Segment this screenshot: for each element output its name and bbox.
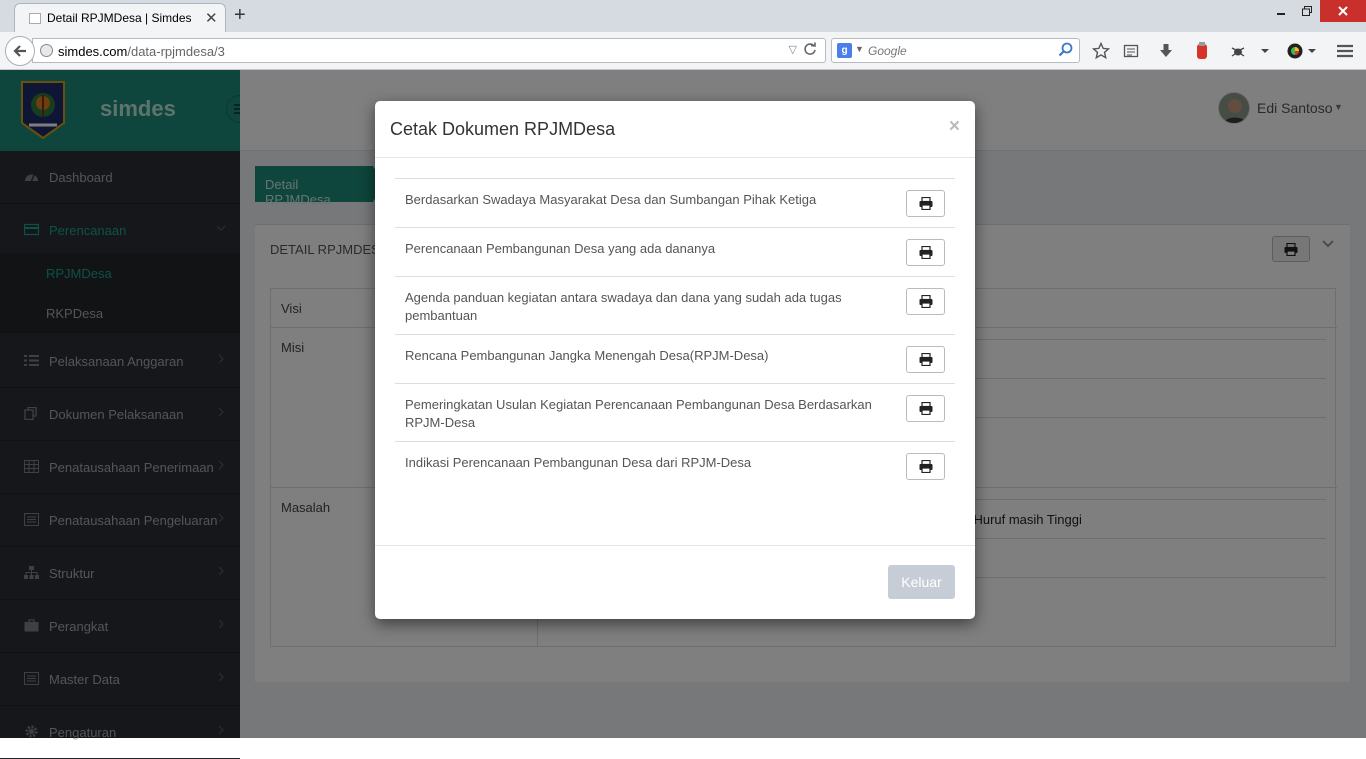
print-icon (919, 460, 932, 473)
list-item: Berdasarkan Swadaya Masyarakat Desa dan … (395, 178, 955, 227)
list-item: Agenda panduan kegiatan antara swadaya d… (395, 276, 955, 334)
url-dropdown-icon[interactable]: ▽ (789, 43, 797, 56)
print-icon (919, 295, 932, 308)
document-label: Pemeringkatan Usulan Kegiatan Perencanaa… (405, 397, 872, 430)
browser-tab-title: Detail RPJMDesa | Simdes (47, 11, 192, 25)
print-document-button[interactable] (906, 346, 945, 373)
print-icon (919, 402, 932, 415)
print-icon (919, 197, 932, 210)
print-document-button[interactable] (906, 190, 945, 217)
modal-footer-divider (375, 545, 975, 546)
print-document-button[interactable] (906, 288, 945, 315)
print-document-modal: Cetak Dokumen RPJMDesa × Berdasarkan Swa… (375, 101, 975, 619)
extension-menu-caret-icon[interactable] (1254, 40, 1276, 62)
search-icon[interactable] (1058, 42, 1074, 58)
print-icon (919, 353, 932, 366)
search-bar[interactable]: g ▼ Google (831, 38, 1080, 63)
document-label: Perencanaan Pembangunan Desa yang ada da… (405, 241, 716, 256)
page-favicon-icon (29, 13, 41, 24)
modal-title: Cetak Dokumen RPJMDesa (390, 119, 616, 139)
google-icon: g (837, 43, 852, 58)
list-item: Perencanaan Pembangunan Desa yang ada da… (395, 227, 955, 276)
keluar-button[interactable]: Keluar (888, 565, 955, 599)
close-tab-icon[interactable]: ✕ (205, 9, 218, 27)
minimize-button[interactable] (1268, 0, 1294, 22)
extension-red-icon[interactable] (1191, 40, 1213, 62)
reading-list-icon[interactable] (1120, 40, 1142, 62)
modal-header-divider (375, 157, 975, 158)
back-button[interactable] (5, 36, 35, 66)
document-list: Berdasarkan Swadaya Masyarakat Desa dan … (395, 178, 955, 490)
list-item: Pemeringkatan Usulan Kegiatan Perencanaa… (395, 383, 955, 441)
reload-icon[interactable] (803, 42, 817, 56)
print-icon (919, 246, 932, 259)
bookmark-star-icon[interactable] (1090, 40, 1112, 62)
search-engine-dropdown-icon[interactable]: ▼ (855, 44, 864, 54)
url-domain: simdes.com (58, 44, 128, 59)
globe-icon (40, 44, 53, 57)
list-item: Rencana Pembangunan Jangka Menengah Desa… (395, 334, 955, 383)
new-tab-button[interactable]: + (234, 4, 246, 27)
url-path: /data-rpjmdesa/3 (127, 44, 225, 59)
back-arrow-icon (13, 45, 26, 57)
maximize-button[interactable] (1294, 0, 1320, 22)
window-controls (1268, 0, 1366, 22)
print-document-button[interactable] (906, 239, 945, 266)
extension-bug-icon[interactable] (1227, 40, 1249, 62)
download-icon[interactable] (1155, 40, 1177, 62)
window-close-button[interactable] (1320, 0, 1366, 22)
browser-tab[interactable]: Detail RPJMDesa | Simdes ✕ (14, 3, 226, 32)
list-item: Indikasi Perencanaan Pembangunan Desa da… (395, 441, 955, 490)
browser-tab-bar: Detail RPJMDesa | Simdes ✕ + (0, 0, 1366, 32)
browser-nav-bar: simdes.com/data-rpjmdesa/3 ▽ g ▼ Google (0, 32, 1366, 70)
document-label: Berdasarkan Swadaya Masyarakat Desa dan … (405, 192, 817, 207)
extension-dropdown-icon[interactable] (1301, 40, 1323, 62)
document-label: Rencana Pembangunan Jangka Menengah Desa… (405, 348, 769, 363)
document-label: Agenda panduan kegiatan antara swadaya d… (405, 290, 842, 323)
search-placeholder: Google (868, 44, 907, 58)
address-bar[interactable]: simdes.com/data-rpjmdesa/3 ▽ (32, 38, 826, 63)
print-document-button[interactable] (906, 453, 945, 480)
print-document-button[interactable] (906, 395, 945, 422)
document-label: Indikasi Perencanaan Pembangunan Desa da… (405, 455, 752, 470)
browser-menu-icon[interactable] (1334, 40, 1356, 62)
modal-close-icon[interactable]: × (949, 116, 960, 138)
